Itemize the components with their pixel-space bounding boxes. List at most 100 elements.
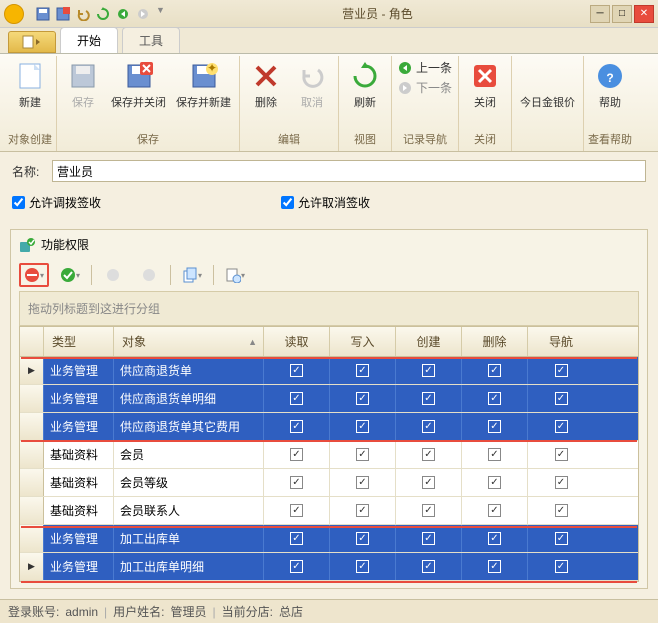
col-write[interactable]: 写入 bbox=[330, 327, 396, 356]
checkbox-icon[interactable]: ✓ bbox=[422, 364, 435, 377]
col-type[interactable]: 类型 bbox=[44, 327, 114, 356]
cell-delete[interactable]: ✓ bbox=[462, 525, 528, 552]
checkbox-icon[interactable]: ✓ bbox=[555, 560, 568, 573]
allow-button[interactable]: ▾ bbox=[55, 263, 85, 287]
checkbox-icon[interactable]: ✓ bbox=[488, 420, 501, 433]
deny-button[interactable]: ▾ bbox=[19, 263, 49, 287]
checkbox-icon[interactable]: ✓ bbox=[356, 532, 369, 545]
checkbox-icon[interactable]: ✓ bbox=[290, 504, 303, 517]
help-button[interactable]: ? 帮助 bbox=[588, 58, 632, 112]
cell-write[interactable]: ✓ bbox=[330, 357, 396, 384]
prev-record-button[interactable]: 上一条 bbox=[396, 58, 454, 77]
cancel-button[interactable]: 取消 bbox=[290, 58, 334, 112]
close-window-button[interactable]: ✕ bbox=[634, 5, 654, 23]
col-nav[interactable]: 导航 bbox=[528, 327, 594, 356]
checkbox-icon[interactable]: ✓ bbox=[356, 448, 369, 461]
checkbox-icon[interactable]: ✓ bbox=[356, 560, 369, 573]
checkbox-icon[interactable]: ✓ bbox=[356, 392, 369, 405]
delete-button[interactable]: 删除 bbox=[244, 58, 288, 112]
close-button[interactable]: 关闭 bbox=[463, 58, 507, 112]
cell-delete[interactable]: ✓ bbox=[462, 357, 528, 384]
checkbox-icon[interactable]: ✓ bbox=[356, 476, 369, 489]
tab-tools[interactable]: 工具 bbox=[122, 27, 180, 53]
row-header-corner[interactable] bbox=[20, 327, 44, 356]
checkbox-icon[interactable]: ✓ bbox=[422, 504, 435, 517]
cell-delete[interactable]: ✓ bbox=[462, 469, 528, 496]
group-drop-area[interactable]: 拖动列标题到这进行分组 bbox=[19, 291, 639, 326]
qat-dropdown-icon[interactable]: ▼ bbox=[156, 5, 165, 23]
checkbox-icon[interactable]: ✓ bbox=[422, 476, 435, 489]
table-row[interactable]: 基础资料会员✓✓✓✓✓ bbox=[20, 441, 638, 469]
checkbox-icon[interactable]: ✓ bbox=[488, 392, 501, 405]
checkbox-icon[interactable]: ✓ bbox=[488, 476, 501, 489]
checkbox-icon[interactable]: ✓ bbox=[555, 476, 568, 489]
col-read[interactable]: 读取 bbox=[264, 327, 330, 356]
checkbox-icon[interactable]: ✓ bbox=[555, 364, 568, 377]
allow-transfer-checkbox[interactable]: 允许调拨签收 bbox=[12, 194, 101, 211]
qat-prev-icon[interactable] bbox=[114, 5, 132, 23]
file-menu-button[interactable] bbox=[8, 31, 56, 53]
save-new-button[interactable]: ✦ 保存并新建 bbox=[172, 58, 235, 112]
cell-delete[interactable]: ✓ bbox=[462, 553, 528, 580]
cell-create[interactable]: ✓ bbox=[396, 553, 462, 580]
filter-button[interactable]: ▾ bbox=[220, 263, 250, 287]
checkbox-icon[interactable]: ✓ bbox=[488, 364, 501, 377]
cell-nav[interactable]: ✓ bbox=[528, 413, 594, 440]
cell-read[interactable]: ✓ bbox=[264, 413, 330, 440]
checkbox-icon[interactable]: ✓ bbox=[290, 560, 303, 573]
cell-read[interactable]: ✓ bbox=[264, 553, 330, 580]
table-row[interactable]: 基础资料会员联系人✓✓✓✓✓ bbox=[20, 497, 638, 525]
save-close-button[interactable]: 保存并关闭 bbox=[107, 58, 170, 112]
cell-create[interactable]: ✓ bbox=[396, 497, 462, 524]
table-row[interactable]: ▶业务管理供应商退货单✓✓✓✓✓ bbox=[20, 357, 638, 385]
cell-create[interactable]: ✓ bbox=[396, 357, 462, 384]
checkbox-icon[interactable]: ✓ bbox=[422, 532, 435, 545]
qat-next-icon[interactable] bbox=[134, 5, 152, 23]
cell-write[interactable]: ✓ bbox=[330, 553, 396, 580]
cell-read[interactable]: ✓ bbox=[264, 525, 330, 552]
table-row[interactable]: 业务管理供应商退货单其它费用✓✓✓✓✓ bbox=[20, 413, 638, 441]
nav-first-button[interactable] bbox=[98, 263, 128, 287]
cell-read[interactable]: ✓ bbox=[264, 497, 330, 524]
qat-save-icon[interactable] bbox=[34, 5, 52, 23]
tab-start[interactable]: 开始 bbox=[60, 27, 118, 53]
cell-delete[interactable]: ✓ bbox=[462, 497, 528, 524]
checkbox-icon[interactable]: ✓ bbox=[555, 504, 568, 517]
maximize-button[interactable]: □ bbox=[612, 5, 632, 23]
cell-nav[interactable]: ✓ bbox=[528, 469, 594, 496]
checkbox-icon[interactable]: ✓ bbox=[488, 448, 501, 461]
cell-delete[interactable]: ✓ bbox=[462, 441, 528, 468]
checkbox-icon[interactable]: ✓ bbox=[422, 392, 435, 405]
checkbox-icon[interactable]: ✓ bbox=[290, 448, 303, 461]
qat-saveclose-icon[interactable] bbox=[54, 5, 72, 23]
table-row[interactable]: 业务管理加工出库单✓✓✓✓✓ bbox=[20, 525, 638, 553]
qat-undo-icon[interactable] bbox=[74, 5, 92, 23]
save-button[interactable]: 保存 bbox=[61, 58, 105, 112]
col-delete[interactable]: 删除 bbox=[462, 327, 528, 356]
checkbox-icon[interactable]: ✓ bbox=[356, 504, 369, 517]
cell-nav[interactable]: ✓ bbox=[528, 497, 594, 524]
refresh-button[interactable]: 刷新 bbox=[343, 58, 387, 112]
checkbox-icon[interactable]: ✓ bbox=[422, 448, 435, 461]
cell-delete[interactable]: ✓ bbox=[462, 413, 528, 440]
new-button[interactable]: 新建 bbox=[8, 58, 52, 112]
copy-button[interactable]: ▾ bbox=[177, 263, 207, 287]
cell-nav[interactable]: ✓ bbox=[528, 553, 594, 580]
cell-delete[interactable]: ✓ bbox=[462, 385, 528, 412]
cell-write[interactable]: ✓ bbox=[330, 413, 396, 440]
checkbox-icon[interactable]: ✓ bbox=[488, 560, 501, 573]
next-record-button[interactable]: 下一条 bbox=[396, 78, 454, 97]
cell-create[interactable]: ✓ bbox=[396, 525, 462, 552]
cell-write[interactable]: ✓ bbox=[330, 385, 396, 412]
checkbox-icon[interactable]: ✓ bbox=[555, 448, 568, 461]
checkbox-icon[interactable]: ✓ bbox=[290, 532, 303, 545]
cell-read[interactable]: ✓ bbox=[264, 385, 330, 412]
cell-read[interactable]: ✓ bbox=[264, 469, 330, 496]
checkbox-icon[interactable]: ✓ bbox=[488, 532, 501, 545]
checkbox-icon[interactable]: ✓ bbox=[555, 392, 568, 405]
checkbox-icon[interactable]: ✓ bbox=[422, 560, 435, 573]
checkbox-icon[interactable]: ✓ bbox=[290, 420, 303, 433]
nav-last-button[interactable] bbox=[134, 263, 164, 287]
cell-create[interactable]: ✓ bbox=[396, 385, 462, 412]
checkbox-icon[interactable]: ✓ bbox=[356, 420, 369, 433]
